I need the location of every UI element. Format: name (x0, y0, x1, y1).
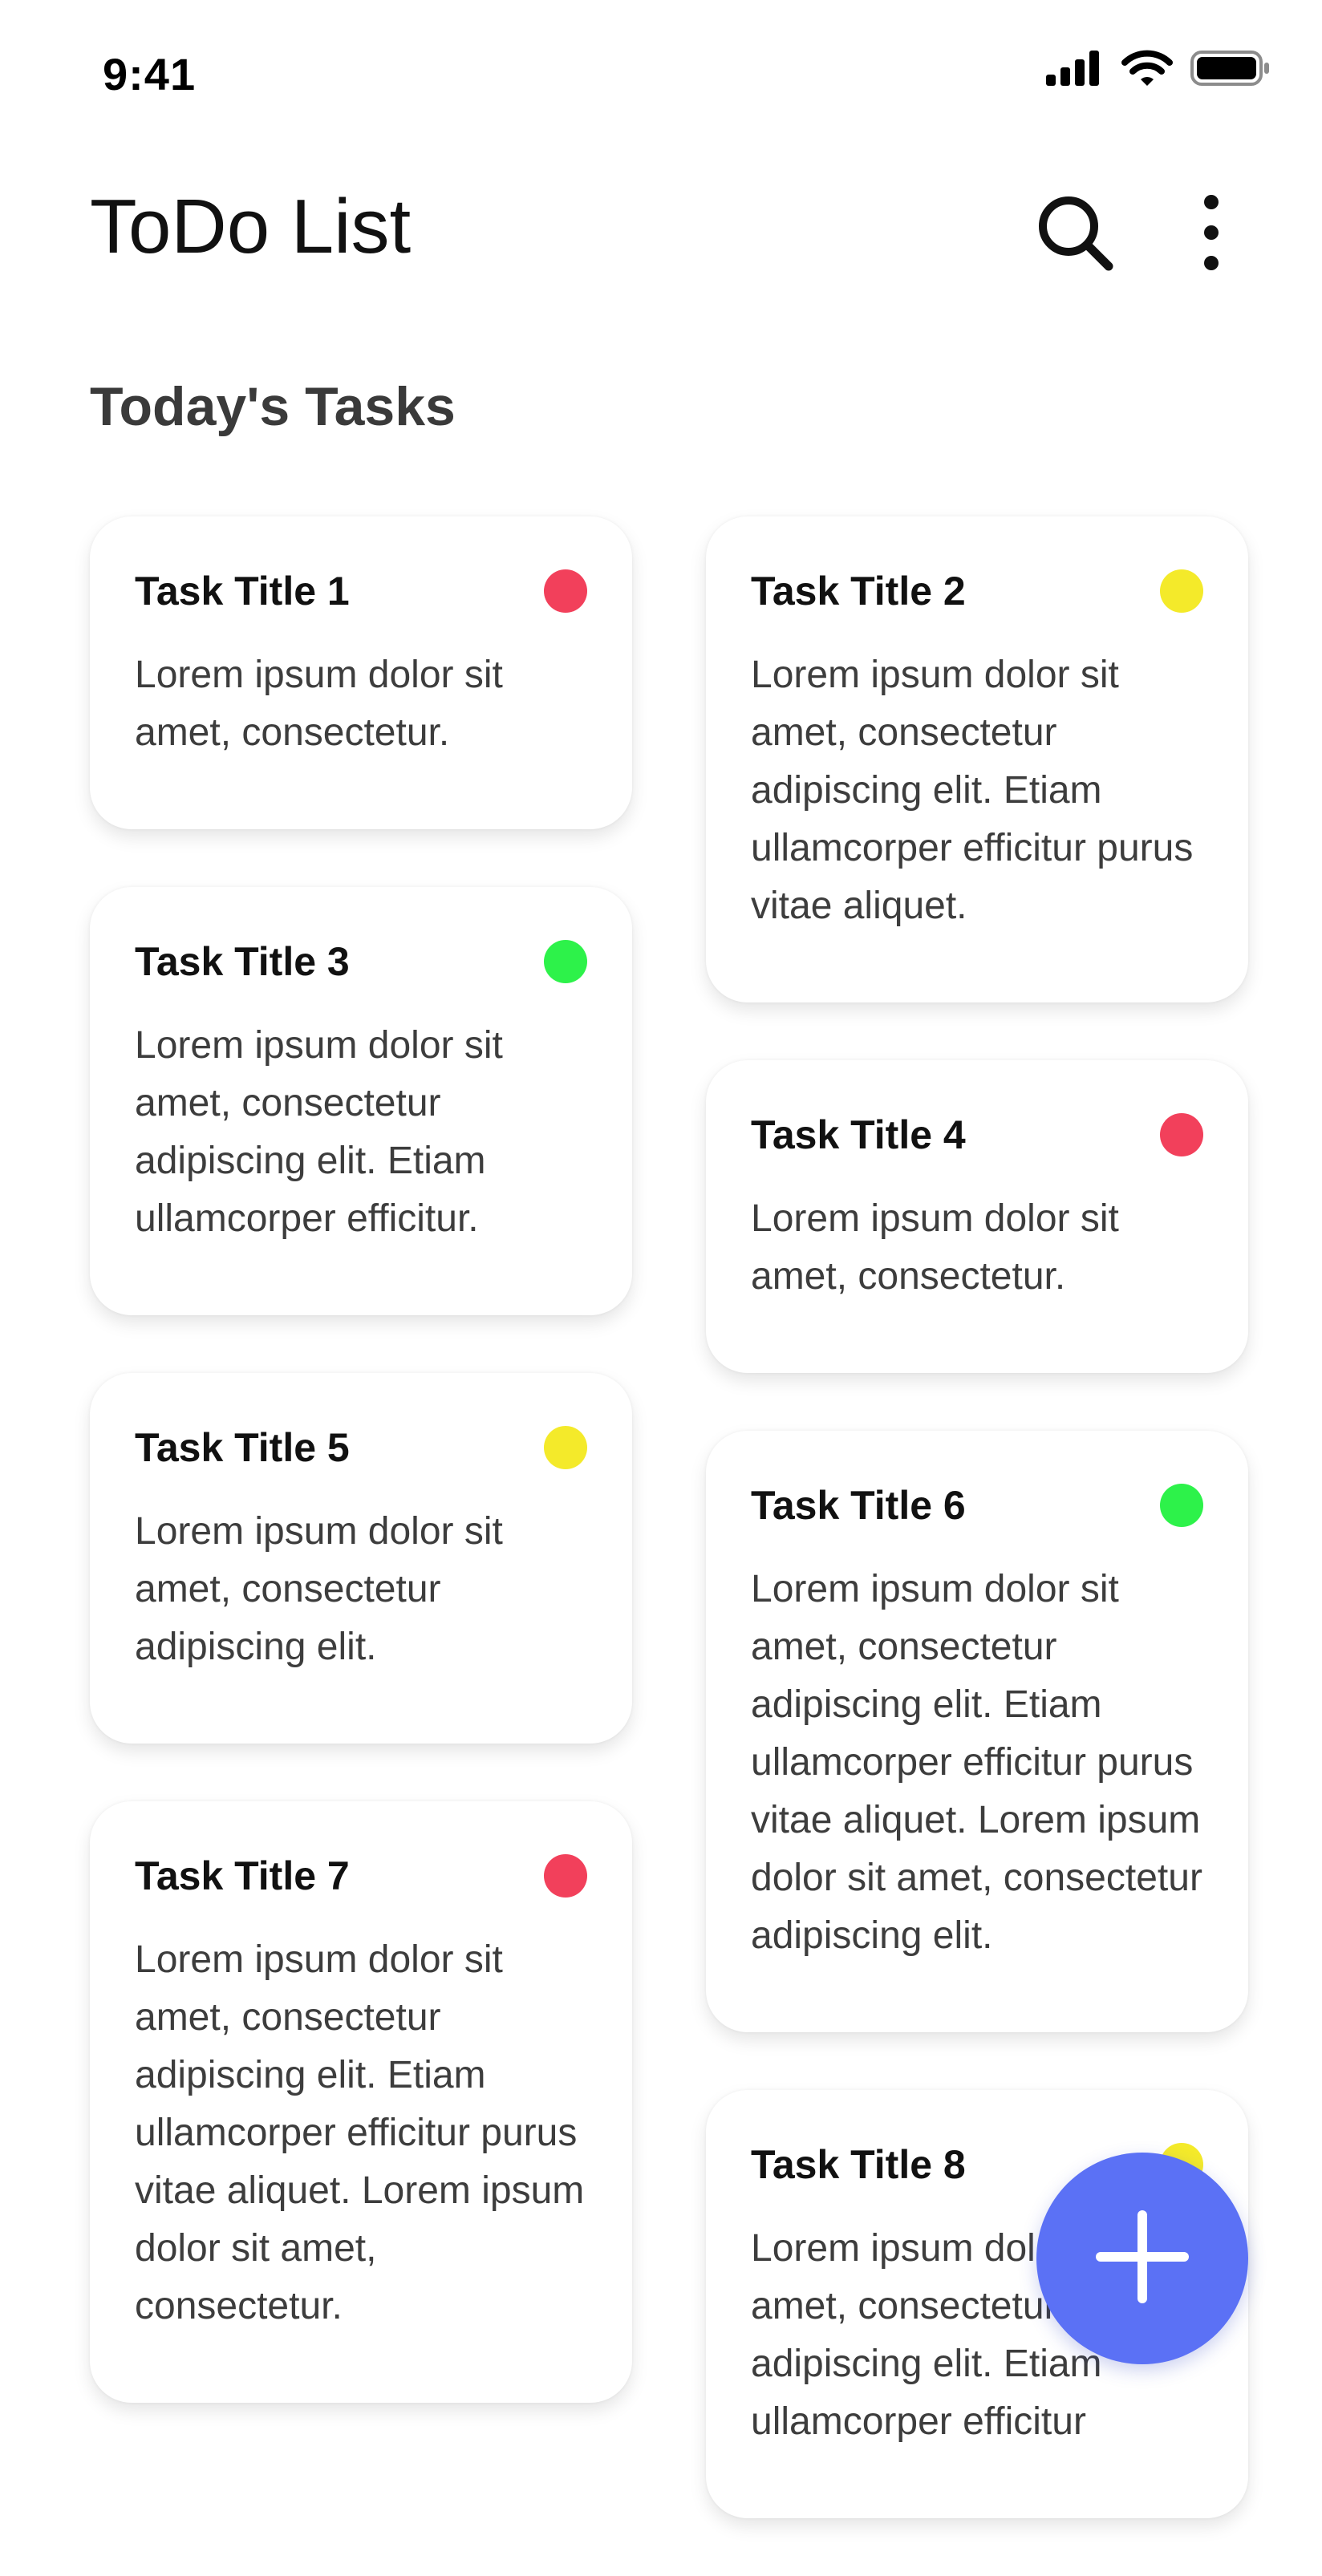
task-description: Lorem ipsum dolor sit amet, consectetur … (751, 1568, 1202, 1957)
search-button[interactable] (1027, 186, 1123, 282)
task-title: Task Title 7 (135, 1853, 350, 1898)
task-card[interactable]: Task Title 6 Lorem ipsum dolor sit amet,… (706, 1431, 1248, 2032)
more-vertical-icon (1199, 192, 1223, 277)
section-title: Today's Tasks (90, 376, 456, 437)
task-title: Task Title 6 (751, 1483, 966, 1528)
priority-dot (544, 1854, 587, 1898)
task-card[interactable]: Task Title 3 Lorem ipsum dolor sit amet,… (90, 887, 632, 1315)
battery-icon (1190, 50, 1271, 91)
task-description: Lorem ipsum dolor sit amet, consectetur … (135, 1938, 585, 2327)
priority-dot (1160, 569, 1203, 613)
task-description: Lorem ipsum dolor sit amet, consectetur … (135, 1510, 503, 1668)
more-options-button[interactable] (1163, 186, 1259, 282)
task-description: Lorem ipsum dolor sit amet, consectetur … (135, 1024, 503, 1240)
priority-dot (544, 569, 587, 613)
priority-dot (1160, 1484, 1203, 1527)
tasks-column-left: Task Title 1 Lorem ipsum dolor sit amet,… (90, 516, 632, 2461)
task-description: Lorem ipsum dolor sit amet, consectetur. (751, 1197, 1119, 1298)
priority-dot (544, 1426, 587, 1469)
task-title: Task Title 2 (751, 569, 966, 614)
task-title: Task Title 8 (751, 2142, 966, 2187)
add-task-button[interactable] (1036, 2153, 1248, 2364)
task-card[interactable]: Task Title 2 Lorem ipsum dolor sit amet,… (706, 516, 1248, 1002)
task-title: Task Title 1 (135, 569, 350, 614)
status-bar: 9:41 (0, 0, 1322, 144)
priority-dot (544, 940, 587, 983)
task-card[interactable]: Task Title 5 Lorem ipsum dolor sit amet,… (90, 1373, 632, 1744)
task-card[interactable]: Task Title 1 Lorem ipsum dolor sit amet,… (90, 516, 632, 829)
status-time: 9:41 (103, 49, 197, 99)
signal-icon (1046, 51, 1104, 90)
plus-icon (1094, 2209, 1190, 2309)
task-card[interactable]: Task Title 4 Lorem ipsum dolor sit amet,… (706, 1060, 1248, 1373)
app-title: ToDo List (90, 184, 412, 269)
priority-dot (1160, 1113, 1203, 1156)
task-description: Lorem ipsum dolor sit amet, consectetur. (135, 654, 503, 754)
task-title: Task Title 3 (135, 939, 350, 984)
task-description: Lorem ipsum dolor sit amet, consectetur … (751, 654, 1194, 927)
wifi-icon (1121, 50, 1173, 91)
search-icon (1035, 192, 1115, 277)
task-title: Task Title 5 (135, 1425, 350, 1470)
status-icons (1046, 50, 1271, 91)
task-card[interactable]: Task Title 7 Lorem ipsum dolor sit amet,… (90, 1801, 632, 2403)
task-title: Task Title 4 (751, 1112, 966, 1157)
